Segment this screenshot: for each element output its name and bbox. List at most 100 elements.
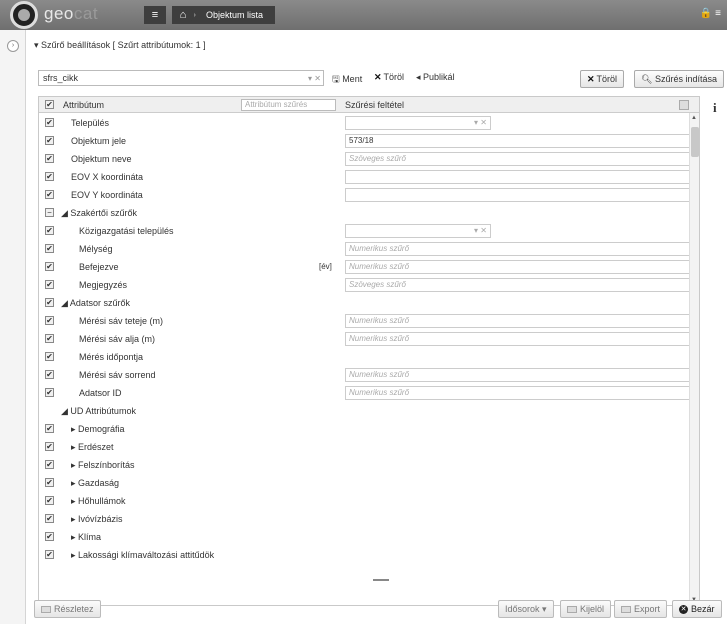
clear-button[interactable]: ✕ Töröl (580, 70, 625, 88)
row-checkbox[interactable]: ✔ (45, 334, 54, 343)
table-row[interactable]: ✔ ▸ Felszínborítás (39, 456, 687, 474)
row-checkbox[interactable]: ✔ (45, 262, 54, 271)
row-checkbox[interactable]: ✔ (45, 442, 54, 451)
select-all-checkbox[interactable]: ✔ (45, 100, 54, 109)
start-filter-button[interactable]: 🔍︎ Szűrés indítása (634, 70, 724, 88)
row-checkbox[interactable]: ✔ (45, 424, 54, 433)
table-row[interactable]: ✔ ▸ Hőhullámok (39, 492, 687, 510)
table-row[interactable]: ✔ Mérési sáv sorrend Numerikus szűrő (39, 366, 690, 384)
table-row[interactable]: ✔ Mélység Numerikus szűrő (39, 240, 690, 258)
attribute-filter-input[interactable]: Attribútum szűrés (241, 99, 336, 111)
table-row[interactable]: − ◢ Szakértői szűrők (39, 204, 687, 222)
export-icon (621, 606, 631, 614)
combo-controls[interactable]: ▾ ✕ (308, 72, 321, 86)
details-button[interactable]: Részletez (34, 600, 101, 618)
table-row[interactable]: ✔ ▸ Lakossági klímaváltozási attitűdök (39, 546, 687, 564)
table-row[interactable]: ✔ Mérési sáv teteje (m) Numerikus szűrő (39, 312, 690, 330)
export-button[interactable]: Export (614, 600, 668, 618)
row-checkbox[interactable]: ✔ (45, 352, 54, 361)
table-row[interactable]: ✔ Adatsor ID Numerikus szűrő (39, 384, 690, 402)
table-row[interactable]: ✔ ▸ Erdészet (39, 438, 687, 456)
attribute-label: Mélység (79, 244, 113, 254)
attribute-label: Mérési sáv alja (m) (79, 334, 156, 344)
table-row[interactable]: ✔ ▸ Demográfia (39, 420, 687, 438)
row-checkbox[interactable]: ✔ (45, 154, 54, 163)
table-row[interactable]: ✔ Közigazgatási település ▾ ✕ (39, 222, 687, 240)
hamburger-icon[interactable]: ≡ (144, 6, 166, 24)
close-icon: ✕ (679, 605, 688, 615)
row-checkbox[interactable]: ✔ (45, 298, 54, 307)
condition-combo[interactable]: ▾ ✕ (345, 224, 491, 238)
collapse-icon[interactable]: ▾ (34, 40, 39, 50)
table-row[interactable]: ✔ Mérési sáv alja (m) Numerikus szűrő (39, 330, 690, 348)
table-row[interactable]: ✔ ◢ Adatsor szűrők (39, 294, 687, 312)
row-checkbox[interactable]: ✔ (45, 190, 54, 199)
condition-input[interactable] (345, 188, 690, 202)
condition-input[interactable]: Numerikus szűrő (345, 260, 690, 274)
save-button[interactable]: 🖫 Ment (332, 72, 362, 88)
info-icon[interactable]: i (713, 100, 717, 116)
table-row[interactable]: ✔ ▸ Klíma (39, 528, 687, 546)
breadcrumb[interactable]: Objektum lista (187, 6, 276, 24)
condition-input[interactable] (345, 170, 690, 184)
row-checkbox[interactable]: ✔ (45, 136, 54, 145)
vertical-scrollbar[interactable]: ▲ ▼ (689, 113, 699, 605)
saved-filter-combo[interactable]: sfrs_cikk ▾ ✕ (38, 70, 324, 86)
row-checkbox[interactable]: ✔ (45, 460, 54, 469)
share-icon: ◂ (416, 72, 421, 82)
filter-settings-header[interactable]: ▾ Szűrő beállítások [ Szűrt attribútumok… (34, 40, 206, 51)
table-row[interactable]: ✔ EOV Y koordináta (39, 186, 690, 204)
list-icon (567, 606, 577, 614)
table-row[interactable]: ✔ EOV X koordináta (39, 168, 690, 186)
publish-button[interactable]: ◂ Publikál (416, 72, 455, 83)
row-checkbox[interactable]: ✔ (45, 550, 54, 559)
row-checkbox[interactable]: ✔ (45, 244, 54, 253)
table-row[interactable]: ✔ Település ▾ ✕ (39, 114, 687, 132)
condition-input[interactable]: Szöveges szűrő (345, 152, 690, 166)
attribute-grid: ✔ Attribútum Attribútum szűrés Szűrési f… (38, 96, 700, 606)
table-row[interactable]: ✔ Objektum jele 573/18 (39, 132, 690, 150)
row-checkbox[interactable]: ✔ (45, 496, 54, 505)
condition-input[interactable]: Numerikus szűrő (345, 314, 690, 328)
condition-input[interactable]: Numerikus szűrő (345, 242, 690, 256)
row-checkbox[interactable]: ✔ (45, 316, 54, 325)
table-row[interactable]: ✔ Megjegyzés Szöveges szűrő (39, 276, 690, 294)
row-checkbox[interactable]: ✔ (45, 226, 54, 235)
row-checkbox[interactable]: ✔ (45, 370, 54, 379)
condition-input[interactable]: Szöveges szűrő (345, 278, 690, 292)
condition-combo[interactable]: ▾ ✕ (345, 116, 491, 130)
scroll-thumb[interactable] (691, 127, 699, 157)
row-checkbox[interactable]: ✔ (45, 172, 54, 181)
condition-input[interactable]: Numerikus szűrő (345, 368, 690, 382)
col-attribute: Attribútum (63, 100, 105, 110)
table-row[interactable]: ✔ Objektum neve Szöveges szűrő (39, 150, 690, 168)
select-button[interactable]: Kijelöl (560, 600, 612, 618)
condition-input[interactable]: 573/18 (345, 134, 690, 148)
close-icon: ✕ (374, 72, 382, 82)
row-checkbox[interactable]: ✔ (45, 388, 54, 397)
table-row[interactable]: ✔ ▸ Ivóvízbázis (39, 510, 687, 528)
splitter-handle[interactable] (373, 579, 389, 581)
attribute-label: ▸ Lakossági klímaváltozási attitűdök (71, 550, 215, 560)
row-checkbox[interactable]: ✔ (45, 280, 54, 289)
column-menu-icon[interactable] (679, 100, 689, 110)
row-checkbox[interactable]: ✔ (45, 514, 54, 523)
row-checkbox[interactable]: ✔ (45, 478, 54, 487)
row-checkbox[interactable]: ✔ (45, 118, 54, 127)
attribute-label: ▸ Gazdaság (71, 478, 120, 488)
condition-input[interactable]: Numerikus szűrő (345, 332, 690, 346)
table-row[interactable]: ◢ UD Attribútumok (39, 402, 687, 420)
timeseries-button[interactable]: Idősorok ▾ (498, 600, 554, 618)
delete-button[interactable]: ✕ Töröl (374, 72, 404, 83)
attribute-label: ▸ Hőhullámok (71, 496, 126, 506)
table-row[interactable]: ✔ Mérés időpontja (39, 348, 687, 366)
row-checkbox[interactable]: ✔ (45, 532, 54, 541)
table-row[interactable]: ✔ ▸ Gazdaság (39, 474, 687, 492)
table-row[interactable]: ✔ Befejezve [év] Numerikus szűrő (39, 258, 690, 276)
expand-panel-icon[interactable]: › (7, 40, 19, 52)
close-button[interactable]: ✕ Bezár (672, 600, 722, 618)
lock-menu-icon[interactable]: 🔒 ≡ (700, 8, 721, 19)
condition-input[interactable]: Numerikus szűrő (345, 386, 690, 400)
row-checkbox[interactable]: − (45, 208, 54, 217)
attribute-label: ▸ Erdészet (71, 442, 114, 452)
